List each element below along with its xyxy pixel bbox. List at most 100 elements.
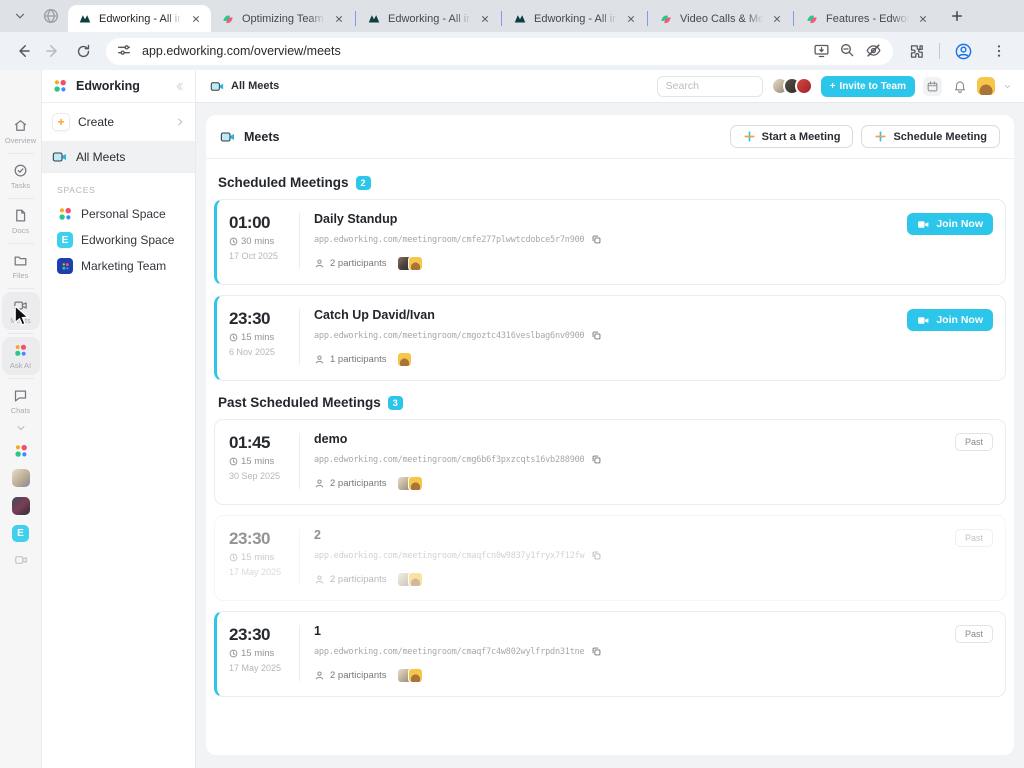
eye-off-icon[interactable] [865,42,883,60]
invite-to-team-button[interactable]: + Invite to Team [821,76,915,97]
tab-separator [793,11,794,26]
profile-icon[interactable] [950,38,976,64]
workspace-avatar[interactable] [12,469,30,487]
search-input[interactable] [657,76,763,97]
chevron-down-icon[interactable] [1003,82,1012,91]
clock-icon [229,333,238,342]
meeting-room-icon[interactable] [14,553,28,567]
overview-icon [13,118,28,133]
rail-divider [8,378,34,379]
user-avatar[interactable] [977,77,995,95]
sidebar-collapse-icon[interactable] [174,81,185,92]
team-avatar-stack[interactable] [771,77,813,95]
copy-icon[interactable] [591,454,602,465]
participants-icon [314,354,325,365]
copy-icon[interactable] [591,646,602,657]
rail-collapse-chevron-icon[interactable] [15,422,27,434]
participant-avatar [408,476,423,491]
url-bar[interactable]: app.edworking.com/overview/meets [106,38,893,65]
meeting-date: 17 May 2025 [229,567,293,577]
browser-menu-icon[interactable] [986,38,1012,64]
schedule-meeting-button[interactable]: Schedule Meeting [861,125,1000,148]
rail-item-overview[interactable]: Overview [2,112,40,150]
docs-icon [13,208,28,223]
tab-search-button[interactable] [8,4,32,28]
browser-tab-6[interactable]: Features - Edworki [795,5,938,32]
workspace-avatar[interactable] [12,497,30,515]
breadcrumb-label: All Meets [231,80,279,92]
url-text[interactable]: app.edworking.com/overview/meets [142,44,805,58]
sidebar-space-personal[interactable]: Personal Space [42,201,195,227]
reload-button[interactable] [70,38,96,64]
browser-tab-3[interactable]: Edworking - All in o [357,5,500,32]
edworking-logo-icon[interactable] [13,443,29,459]
site-settings-icon[interactable] [116,42,134,60]
sidebar-space-marketing[interactable]: Marketing Team [42,253,195,279]
tab-close-icon[interactable] [478,12,492,26]
create-label: Create [78,115,167,129]
browser-tab-2[interactable]: Optimizing Team M [211,5,354,32]
edworking-space-icon: E [57,232,73,248]
count-badge: 2 [356,176,371,190]
past-badge: Past [955,529,993,547]
meeting-title: demo [314,432,955,446]
meeting-time-block: 01:00 30 mins 17 Oct 2025 [229,211,293,261]
clock-icon [229,553,238,562]
browser-tab-5[interactable]: Video Calls & Meeti [649,5,792,32]
tab-title: Edworking - All in o [99,13,182,25]
meeting-time-block: 23:30 15 mins 6 Nov 2025 [229,307,293,357]
join-now-button[interactable]: Join Now [907,213,993,235]
rail-item-meets[interactable]: Meets [2,292,40,330]
tab-close-icon[interactable] [332,12,346,26]
meets-icon [13,298,28,313]
back-button[interactable] [10,38,36,64]
breadcrumb: All Meets [210,79,649,94]
meeting-time: 01:00 [229,213,293,233]
workspace-e-badge[interactable]: E [12,525,29,542]
tab-title: Edworking - All in o [534,13,617,25]
browser-tab-1[interactable]: Edworking - All in o [68,5,211,32]
count-badge: 3 [388,396,403,410]
copy-icon[interactable] [591,234,602,245]
tab-close-icon[interactable] [624,12,638,26]
tab-close-icon[interactable] [916,12,930,26]
start-meeting-button[interactable]: Start a Meeting [730,125,854,148]
plus-icon: + [830,81,836,92]
rail-item-docs[interactable]: Docs [2,202,40,240]
forward-button[interactable] [40,38,66,64]
rail-label: Docs [12,226,29,235]
copy-icon[interactable] [591,330,602,341]
tab-close-icon[interactable] [189,12,203,26]
join-now-button[interactable]: Join Now [907,309,993,331]
rail-item-tasks[interactable]: Tasks [2,157,40,195]
browser-tab-4[interactable]: Edworking - All in o [503,5,646,32]
install-app-icon[interactable] [813,42,831,60]
create-button[interactable]: + Create [42,103,195,142]
meeting-time-block: 23:30 15 mins 17 May 2025 [229,527,293,577]
meeting-url: app.edworking.com/meetingroom/cmaqfcn0w9… [314,551,584,561]
scheduled-meetings-heading: Scheduled Meetings 2 [218,175,1002,190]
space-name: Personal Space [81,207,166,221]
meeting-title: Catch Up David/Ivan [314,308,907,322]
calendar-button[interactable] [923,77,942,96]
rail-item-files[interactable]: Files [2,247,40,285]
sidebar-item-all-meets[interactable]: All Meets [42,142,195,173]
ask-ai-icon [13,343,28,358]
rail-item-chats[interactable]: Chats [2,382,40,420]
sidebar-space-edworking[interactable]: E Edworking Space [42,227,195,253]
participants-icon [314,478,325,489]
meeting-title: 1 [314,624,955,638]
tab-title: Edworking - All in o [388,13,471,25]
new-tab-button[interactable] [944,3,970,29]
edworking-favicon-icon [513,12,527,26]
notifications-bell-icon[interactable] [950,77,969,96]
zoom-out-icon[interactable] [839,42,857,60]
meeting-time-block: 01:45 15 mins 30 Sep 2025 [229,431,293,481]
participants-count: 2 participants [330,478,387,489]
rail-item-ask-ai[interactable]: Ask AI [2,337,40,375]
extensions-icon[interactable] [903,38,929,64]
rail-label: Ask AI [10,361,31,370]
panel-title: Meets [220,129,722,145]
tab-close-icon[interactable] [770,12,784,26]
copy-icon[interactable] [591,550,602,561]
